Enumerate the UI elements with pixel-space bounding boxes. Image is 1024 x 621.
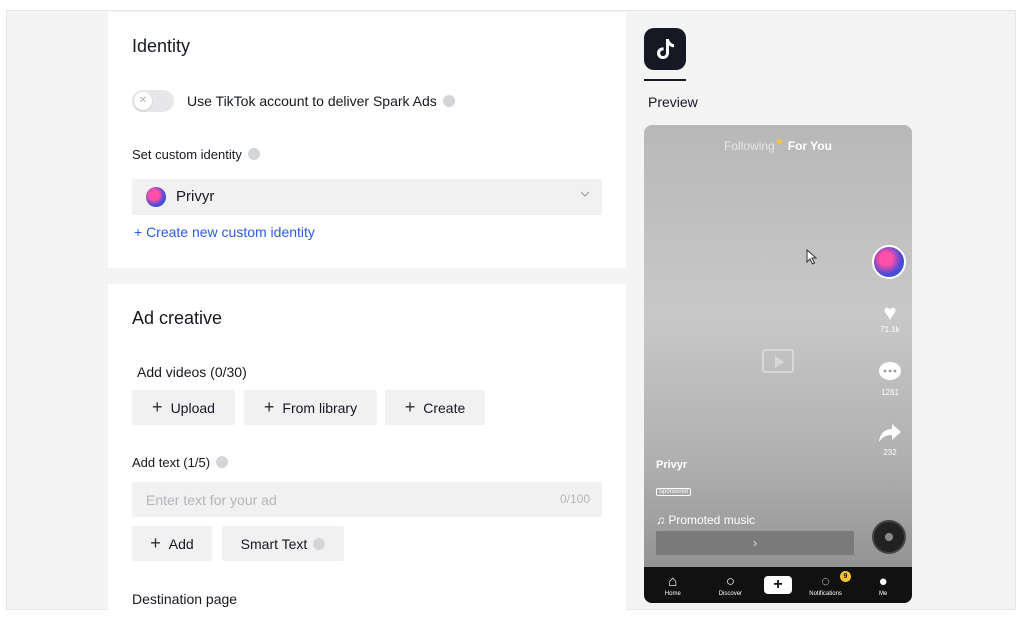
ad-text-field: 0/100	[132, 482, 602, 517]
nav-home[interactable]: ⌂ Home	[649, 573, 697, 597]
nav-discover[interactable]: ○ Discover	[706, 573, 754, 597]
tab-indicator	[644, 79, 686, 81]
identity-title: Identity	[132, 36, 191, 56]
home-icon: ⌂	[668, 573, 678, 590]
help-icon	[313, 537, 326, 550]
preview-label: Preview	[648, 94, 698, 110]
identity-name: Privyr	[176, 188, 215, 205]
share-icon	[870, 423, 910, 448]
ad-creative-card	[108, 284, 626, 614]
chevron-down-icon	[580, 191, 590, 197]
share-action[interactable]: 232	[870, 423, 910, 457]
phone-preview: Following For You ♥ 71.1k 1281 232 Privyr…	[644, 125, 912, 603]
help-icon[interactable]	[216, 456, 229, 468]
preview-username: Privyr	[656, 459, 688, 471]
mouse-cursor-icon	[806, 249, 818, 265]
add-text-button[interactable]: + Add	[132, 526, 212, 561]
sponsored-badge: Sponsored	[656, 488, 692, 496]
comment-icon	[870, 361, 910, 388]
video-placeholder-icon	[762, 349, 794, 373]
create-button[interactable]: + Create	[385, 390, 485, 425]
help-icon[interactable]	[442, 95, 455, 107]
plus-icon: +	[263, 397, 275, 417]
spark-ads-toggle[interactable]: ✕	[132, 90, 174, 112]
live-dot-icon	[776, 139, 782, 144]
ad-text-count: 0/100	[559, 492, 590, 506]
smart-text-button[interactable]: Smart Text	[222, 526, 344, 561]
plus-icon: +	[150, 533, 161, 553]
tiktok-logo-icon[interactable]	[644, 28, 686, 70]
tab-following[interactable]: Following	[724, 139, 775, 153]
search-icon: ○	[725, 573, 735, 590]
add-text-label: Add text (1/5)	[132, 455, 229, 470]
identity-avatar	[146, 187, 166, 207]
destination-page-label: Destination page	[132, 591, 238, 607]
ad-text-input[interactable]	[132, 482, 552, 517]
notification-badge: 9	[840, 571, 851, 582]
spark-ads-label: Use TikTok account to deliver Spark Ads	[187, 93, 455, 109]
cta-bar[interactable]: ›	[656, 531, 854, 555]
from-library-button[interactable]: + From library	[244, 390, 377, 425]
comment-action[interactable]: 1281	[870, 361, 910, 397]
custom-identity-label: Set custom identity	[132, 147, 260, 162]
custom-identity-select[interactable]: Privyr	[132, 179, 602, 215]
bottom-nav: ⌂ Home ○ Discover + ◌ Notifications ● Me	[644, 567, 912, 603]
ad-creative-title: Ad creative	[132, 308, 223, 328]
add-videos-label: Add videos (0/30)	[137, 364, 247, 380]
like-action[interactable]: ♥ 71.1k	[870, 300, 910, 335]
feed-tabs: Following For You	[644, 139, 912, 153]
promoted-music: ♫ Promoted music	[656, 513, 756, 527]
nav-me[interactable]: ● Me	[859, 573, 907, 597]
create-custom-identity-link[interactable]: + Create new custom identity	[134, 224, 315, 240]
toggle-off-icon: ✕	[134, 92, 152, 110]
plus-icon: +	[152, 397, 163, 417]
creator-avatar[interactable]	[872, 245, 906, 279]
help-icon[interactable]	[247, 148, 260, 160]
music-disc-icon[interactable]	[872, 520, 906, 554]
profile-icon: ●	[878, 573, 888, 590]
create-post-icon[interactable]: +	[763, 576, 792, 594]
tab-for-you[interactable]: For You	[788, 139, 832, 153]
plus-icon: +	[404, 397, 416, 417]
upload-button[interactable]: + Upload	[132, 390, 235, 425]
heart-icon: ♥	[883, 300, 897, 325]
